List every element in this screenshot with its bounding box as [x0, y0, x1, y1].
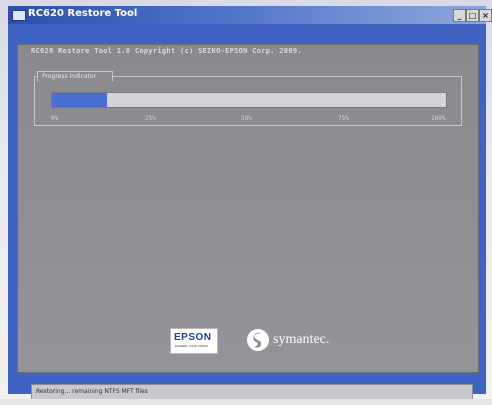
progress-bar: [51, 92, 447, 108]
title-bar[interactable]: RC620 Restore Tool _ □ ×: [8, 6, 492, 24]
epson-tagline: EXCEED YOUR VISION: [175, 344, 208, 348]
progress-fill: [52, 93, 108, 107]
epson-wordmark: EPSON: [174, 332, 212, 343]
monitor-bezel: [0, 399, 492, 405]
restore-tool-panel: RC620 Restore Tool 1.0 Copyright (c) SEI…: [17, 44, 479, 373]
logo-area: EPSON EXCEED YOUR VISION symantec.: [170, 328, 340, 358]
progress-group: Progress Indicator 0% 25% 50% 75% 100%: [34, 71, 462, 126]
app-header: RC620 Restore Tool 1.0 Copyright (c) SEI…: [31, 47, 302, 55]
app-window-icon: [12, 10, 26, 21]
status-text: Restoring... remaining NTFS MFT files: [36, 388, 148, 395]
progress-group-label: Progress Indicator: [37, 71, 113, 81]
tick-label-75: 75%: [338, 115, 349, 122]
tick-label-50: 50%: [241, 115, 252, 122]
tick-label-25: 25%: [145, 115, 156, 122]
symantec-wordmark: symantec.: [273, 332, 330, 347]
minimize-button[interactable]: _: [453, 9, 466, 22]
symantec-logo-icon: [247, 329, 269, 351]
close-button[interactable]: ×: [479, 9, 492, 22]
epson-logo: EPSON EXCEED YOUR VISION: [170, 328, 218, 354]
tick-label-100: 100%: [431, 115, 446, 122]
status-bar: Restoring... remaining NTFS MFT files: [31, 384, 473, 400]
maximize-button[interactable]: □: [466, 9, 479, 22]
window-title: RC620 Restore Tool: [28, 8, 138, 19]
tick-label-0: 0%: [51, 115, 59, 122]
screen: RC620 Restore Tool _ □ × RC620 Restore T…: [0, 0, 492, 405]
